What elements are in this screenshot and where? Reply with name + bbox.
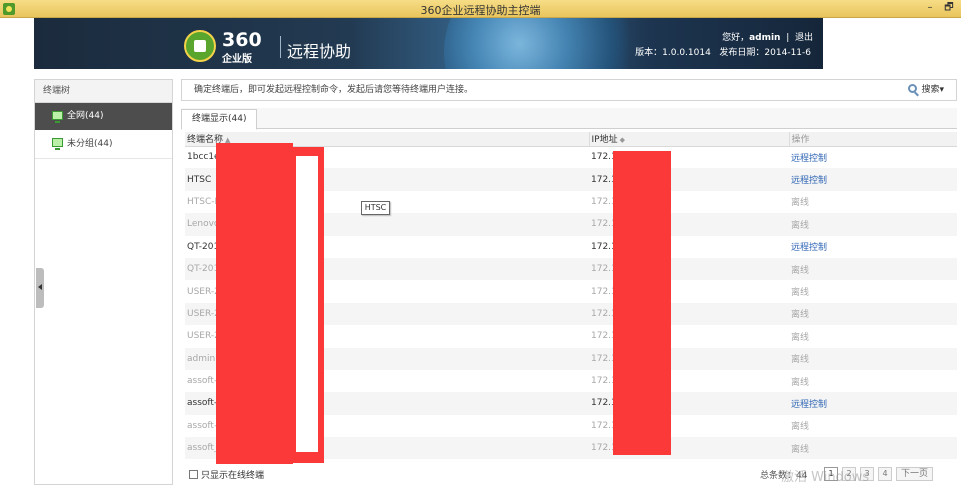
logout-link[interactable]: 退出 [795, 33, 813, 43]
version-info: 版本：1.0.0.1014 发布日期：2014-11-6 [635, 45, 811, 58]
table-header-row: 终端名称 ▲ IP地址 ◆ 操作 [185, 132, 957, 147]
greeting-separator: | [786, 33, 790, 43]
action-cell: 离线 [789, 213, 957, 236]
greeting-text: 您好， [722, 33, 750, 43]
column-header-ip[interactable]: IP地址 ◆ [589, 132, 790, 147]
search-icon [908, 84, 918, 93]
version-label: 版本：1.0.0.1014 [635, 48, 711, 58]
tab-terminal-display[interactable]: 终端显示(44) [181, 109, 258, 130]
tree-item-label: 未分组(44) [67, 139, 113, 149]
username: admin [749, 33, 781, 43]
offline-status: 离线 [791, 198, 810, 209]
action-cell: 离线 [789, 370, 957, 392]
redaction-block [613, 151, 671, 455]
column-header-action: 操作 [789, 132, 957, 147]
computer-icon [52, 138, 63, 150]
offline-status: 离线 [791, 355, 810, 366]
action-cell: 远程控制 [789, 392, 957, 415]
tree-item-ungrouped[interactable]: 未分组(44) [35, 130, 172, 159]
offline-status: 离线 [791, 422, 810, 433]
page-button-4[interactable]: 4 [878, 467, 892, 481]
minimize-button[interactable]: – [922, 1, 938, 16]
window-title: 360企业远程协助主控端 [420, 4, 541, 17]
globe-graphic [444, 18, 634, 69]
action-cell: 离线 [789, 325, 957, 347]
terminal-tree-title: 终端树 [35, 80, 172, 103]
offline-status: 离线 [791, 332, 810, 343]
window-titlebar: 360企业远程协助主控端 – 🗗 [0, 0, 961, 18]
remote-control-link[interactable]: 远程控制 [791, 400, 827, 410]
remote-control-link[interactable]: 远程控制 [791, 243, 827, 253]
tree-item-all-network[interactable]: 全网(44) [35, 103, 172, 130]
offline-status: 离线 [791, 444, 810, 455]
logo-number: 360 [222, 29, 262, 51]
tab-bar: 终端显示(44) [181, 108, 957, 130]
terminal-tree-panel: 终端树 全网(44) 未分组(44) [34, 79, 173, 485]
app-header: 360 企业版 远程协助 您好，admin | 退出 版本：1.0.0.1014… [34, 18, 823, 69]
restore-button[interactable]: 🗗 [941, 1, 957, 16]
sort-icon: ◆ [619, 136, 625, 145]
action-cell: 离线 [789, 191, 957, 213]
redaction-gap [296, 156, 318, 452]
remote-control-link[interactable]: 远程控制 [791, 176, 827, 186]
search-button[interactable]: 搜索▾ [908, 80, 944, 101]
logo-edition: 企业版 [222, 54, 252, 65]
sidebar-collapse-handle[interactable] [36, 268, 44, 308]
only-online-label: 只显示在线终端 [201, 471, 265, 481]
header-divider [280, 36, 281, 58]
tree-item-label: 全网(44) [67, 111, 104, 121]
offline-status: 离线 [791, 310, 810, 321]
action-cell: 离线 [789, 347, 957, 370]
notice-bar: 确定终端后，即可发起远程控制命令，发起后请您等待终端用户连接。 搜索▾ [181, 79, 957, 101]
offline-status: 离线 [791, 265, 810, 276]
action-cell: 离线 [789, 257, 957, 281]
360-logo-icon [184, 30, 216, 62]
computer-icon [52, 111, 63, 123]
action-cell: 离线 [789, 280, 957, 302]
action-cell: 离线 [789, 437, 957, 460]
user-greeting: 您好，admin | 退出 [722, 30, 813, 43]
redaction-block [216, 143, 293, 464]
activation-watermark: 激活 Windows [781, 470, 870, 485]
action-cell: 远程控制 [789, 146, 957, 168]
notice-text: 确定终端后，即可发起远程控制命令，发起后请您等待终端用户连接。 [194, 85, 474, 95]
offline-status: 离线 [791, 288, 810, 299]
offline-status: 离线 [791, 377, 810, 388]
next-page-button[interactable]: 下一页 [896, 467, 933, 481]
action-cell: 远程控制 [789, 236, 957, 258]
remote-control-link[interactable]: 远程控制 [791, 154, 827, 164]
action-cell: 离线 [789, 302, 957, 326]
offline-status: 离线 [791, 220, 810, 231]
only-online-checkbox[interactable] [189, 470, 198, 479]
product-name: 远程协助 [287, 42, 352, 61]
release-date: 发布日期：2014-11-6 [719, 48, 811, 58]
action-cell: 远程控制 [789, 168, 957, 191]
search-label: 搜索▾ [921, 85, 944, 95]
action-cell: 离线 [789, 415, 957, 437]
hover-tooltip: HTSC [361, 201, 390, 215]
